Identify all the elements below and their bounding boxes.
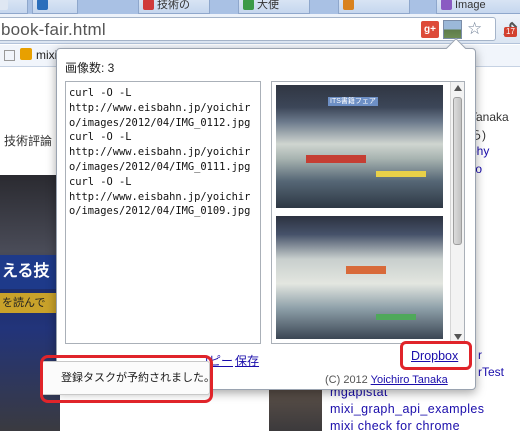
bookmark-folder-icon[interactable] <box>4 50 15 61</box>
thumbnail-scrollbar[interactable] <box>450 82 464 343</box>
tab-favicon <box>343 0 354 10</box>
scrollbar-thumb[interactable] <box>453 97 462 245</box>
scroll-up-arrow-icon[interactable] <box>454 85 462 91</box>
image-thumbnails[interactable]: ITS書籍フェア <box>271 81 465 344</box>
tab-4[interactable]: 大使 <box>238 0 310 14</box>
tab-favicon <box>37 0 48 10</box>
url-text[interactable]: book-fair.html <box>1 20 106 40</box>
tab-favicon <box>243 0 254 10</box>
tab-2[interactable] <box>32 0 78 14</box>
tab-3[interactable]: 技術の <box>138 0 210 14</box>
list-link-mixi-check[interactable]: mixi check for chrome <box>330 419 460 431</box>
notification-badge: 17 <box>504 27 517 37</box>
page-left-text: 技術評論 <box>4 134 53 148</box>
tab-favicon <box>143 0 154 10</box>
tab-1[interactable] <box>0 0 28 14</box>
tab-strip: 技術の 大使 Image <box>0 0 520 14</box>
thumbnail-shelf <box>376 171 426 177</box>
image-extension-icon[interactable] <box>443 20 462 39</box>
thumbnail-shelf <box>376 314 416 320</box>
thumbnail-shelf <box>306 155 366 163</box>
browser-toolbar: book-fair.html g+ ☆ 17 <box>0 14 520 44</box>
author-link[interactable]: Yoichiro Tanaka <box>371 374 448 386</box>
save-link[interactable]: 保存 <box>235 352 259 369</box>
thumbnail-shelf <box>346 266 386 274</box>
bookmark-star-icon[interactable]: ☆ <box>467 19 482 39</box>
address-bar[interactable]: book-fair.html g+ ☆ <box>0 17 496 41</box>
curl-commands-box[interactable]: curl -O -L http://www.eisbahn.jp/yoichir… <box>65 81 261 344</box>
photo-banner-sub: を読んで <box>0 293 60 313</box>
wrench-menu-icon[interactable]: 17 <box>500 19 520 39</box>
dropbox-highlight-annotation <box>400 341 472 370</box>
photo-banner: える技 <box>0 255 60 289</box>
tab-favicon <box>0 0 8 10</box>
tab-label: 大使 <box>257 0 279 11</box>
tab-favicon <box>441 0 452 10</box>
google-plus-icon[interactable]: g+ <box>421 21 439 38</box>
thumbnail-sign: ITS書籍フェア <box>328 97 378 106</box>
scroll-down-arrow-icon[interactable] <box>454 334 462 340</box>
toast-highlight-annotation <box>40 355 213 403</box>
image-count: 画像数: 3 <box>65 61 115 75</box>
thumbnail-image[interactable]: ITS書籍フェア <box>276 85 443 208</box>
curl-commands-text[interactable]: curl -O -L http://www.eisbahn.jp/yoichir… <box>69 86 259 219</box>
image-downloader-popup: 画像数: 3 curl -O -L http://www.eisbahn.jp/… <box>56 38 476 390</box>
tab-5[interactable] <box>338 0 410 14</box>
copyright-notice: (C) 2012 Yoichiro Tanaka <box>325 374 448 386</box>
tab-label: Image <box>455 0 486 11</box>
sidebar-link[interactable]: rTest <box>478 365 504 379</box>
list-link-mixi-graph-api[interactable]: mixi_graph_api_examples <box>330 402 484 416</box>
tab-6[interactable]: Image <box>436 0 520 14</box>
thumbnail-image[interactable] <box>276 216 443 339</box>
sidebar-link[interactable]: r <box>478 348 482 362</box>
copyright-prefix: (C) 2012 <box>325 374 371 386</box>
bookmark-favicon <box>20 48 32 60</box>
tab-label: 技術の <box>157 0 190 11</box>
